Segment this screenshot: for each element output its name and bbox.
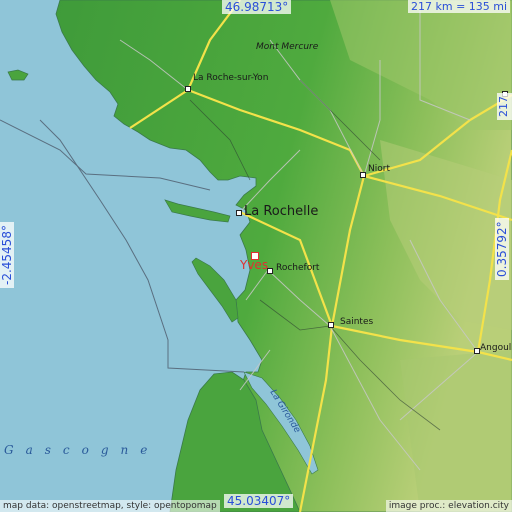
coord-bottom: 45.03407° [224, 494, 294, 508]
coord-left: -2.45458° [0, 222, 14, 288]
target-label[interactable]: Yves [240, 258, 268, 272]
map-view[interactable]: Mont Mercure La Roche-sur-Yon La Rochell… [0, 0, 512, 512]
attribution-right: image proc.: elevation.city [385, 500, 512, 512]
attribution-left: map data: openstreetmap, style: opentopo… [0, 500, 220, 512]
city-label-saintes: Saintes [340, 317, 374, 327]
coord-top: 46.98713° [222, 0, 292, 14]
city-label-mont-mercure: Mont Mercure [256, 42, 319, 52]
sea-label: Gascogne [4, 443, 160, 457]
city-label-rochefort: Rochefort [276, 263, 320, 273]
scale-vertical: 217 km = 135 mi [497, 93, 512, 120]
city-label-la-roche-sur-yon: La Roche-sur-Yon [193, 73, 269, 83]
coord-right: 0.35792° [495, 218, 509, 280]
city-marker [328, 322, 334, 328]
city-label-la-rochelle: La Rochelle [244, 204, 319, 219]
city-marker [236, 210, 242, 216]
city-marker [185, 86, 191, 92]
scale-horizontal: 217 km = 135 mi [408, 0, 511, 13]
city-label-niort: Niort [368, 164, 390, 174]
city-label-angouleme: Angoul [480, 343, 512, 353]
city-marker [360, 172, 366, 178]
